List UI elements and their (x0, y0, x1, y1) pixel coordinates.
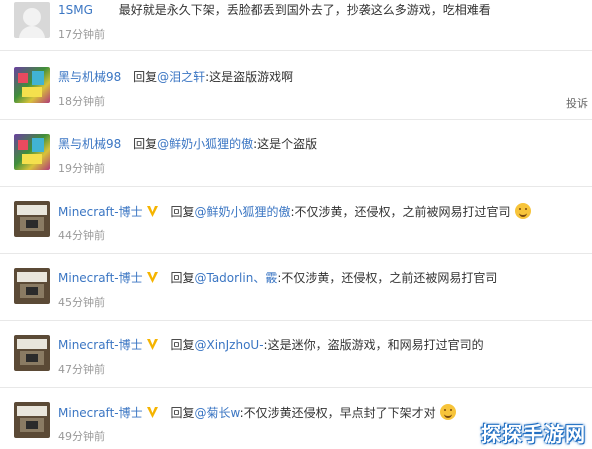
comment-time: 18分钟前 (58, 95, 105, 108)
username-link[interactable]: 黑与机械98 (58, 137, 121, 151)
reply-prefix: 回复 (170, 406, 195, 420)
comment-text: 最好就是永久下架，丢脸都丢到国外去了，抄袭这么多游戏，吃相难看 (118, 3, 491, 17)
comment-item: 黑与机械98 回复@泪之轩:这是盗版游戏啊 18分钟前 投诉 (0, 59, 592, 120)
mention-link[interactable]: @鲜奶小狐狸的傲 (194, 205, 290, 219)
report-button[interactable]: 投诉 (566, 95, 588, 111)
mention-link[interactable]: @XinJzhoU- (194, 338, 263, 352)
comment-time: 49分钟前 (58, 430, 105, 443)
verified-v-icon (146, 206, 158, 217)
comment-time: 17分钟前 (58, 28, 105, 41)
comment-text: :不仅涉黄，还侵权，之前还被网易打官司 (277, 271, 498, 285)
mention-link[interactable]: @鲜奶小狐狸的傲 (157, 137, 253, 151)
username-link[interactable]: 1SMG (58, 3, 93, 17)
comment-time: 47分钟前 (58, 363, 105, 376)
reply-prefix: 回复 (133, 70, 158, 84)
comment-text: :不仅涉黄还侵权，早点封了下架才对 (239, 406, 436, 420)
comment-item: Minecraft-博士 回复@Tadorlin、霰:不仅涉黄，还侵权，之前还被… (0, 260, 592, 321)
verified-v-icon (146, 339, 158, 350)
reply-prefix: 回复 (170, 271, 195, 285)
watermark: 探探手游网 (481, 422, 586, 446)
username-link[interactable]: Minecraft-博士 (58, 338, 143, 352)
avatar[interactable] (14, 201, 50, 237)
comment-text: :不仅涉黄，还侵权，之前被网易打过官司 (290, 205, 511, 219)
avatar[interactable] (14, 67, 50, 103)
comment-item: Minecraft-博士 回复@鲜奶小狐狸的傲:不仅涉黄，还侵权，之前被网易打过… (0, 193, 592, 254)
comment-text: :这是盗版游戏啊 (205, 70, 294, 84)
mention-link[interactable]: @Tadorlin、霰 (194, 271, 277, 285)
comment-text: :这是迷你，盗版游戏，和网易打过官司的 (263, 338, 484, 352)
username-link[interactable]: Minecraft-博士 (58, 271, 143, 285)
avatar[interactable] (14, 134, 50, 170)
verified-v-icon (146, 272, 158, 283)
comment-time: 44分钟前 (58, 229, 105, 242)
avatar[interactable] (14, 268, 50, 304)
comment-text: :这是个盗版 (253, 137, 318, 151)
verified-v-icon (146, 407, 158, 418)
avatar[interactable] (14, 2, 50, 38)
comment-time: 45分钟前 (58, 296, 105, 309)
smile-emoji-icon (514, 203, 531, 219)
username-link[interactable]: 黑与机械98 (58, 70, 121, 84)
reply-prefix: 回复 (170, 205, 195, 219)
mention-link[interactable]: @泪之轩 (157, 70, 205, 84)
reply-prefix: 回复 (133, 137, 158, 151)
mention-link[interactable]: @菊长w (194, 406, 239, 420)
smile-emoji-icon (439, 404, 456, 420)
username-link[interactable]: Minecraft-博士 (58, 205, 143, 219)
avatar[interactable] (14, 335, 50, 371)
comment-item: 黑与机械98 回复@鲜奶小狐狸的傲:这是个盗版 19分钟前 (0, 126, 592, 187)
reply-prefix: 回复 (170, 338, 195, 352)
username-link[interactable]: Minecraft-博士 (58, 406, 143, 420)
avatar[interactable] (14, 402, 50, 438)
comment-item: Minecraft-博士 回复@XinJzhoU-:这是迷你，盗版游戏，和网易打… (0, 327, 592, 388)
comment-item: 1SMG 最好就是永久下架，丢脸都丢到国外去了，抄袭这么多游戏，吃相难看 17分… (0, 0, 592, 51)
comment-time: 19分钟前 (58, 162, 105, 175)
